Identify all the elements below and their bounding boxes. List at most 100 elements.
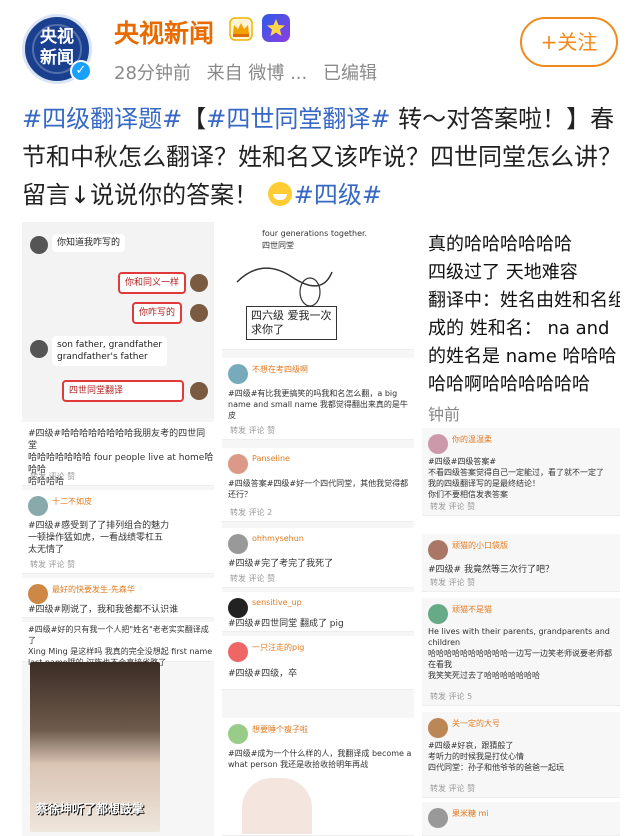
chat-avatar	[190, 382, 208, 400]
comment-card: 关一定的大号 #四级#好哀，跟猜般了 考听力的时候我是打仗心情 四代同堂：孙子和…	[422, 712, 620, 798]
commenter-name: 不想在考四级啊	[252, 365, 308, 374]
commenter-avatar	[228, 642, 248, 662]
commenter-avatar	[228, 534, 248, 554]
comment-text: #四级#四级答案# 不看四级答案觉得自己一定能过，看了就不一定了 我的四级翻译写…	[428, 457, 604, 499]
commenter-name: 顽猫不是猫	[452, 605, 492, 614]
hashtag-link[interactable]: #四级翻译题#	[22, 105, 182, 133]
chat-bubble: son father, grandfather grandfather's fa…	[52, 336, 168, 366]
commenter-avatar	[428, 604, 448, 624]
chat-screenshot: 你知道我咋写的 你和同义一样 你咋写的 son father, grandfat…	[22, 222, 214, 418]
hashtag-link[interactable]: #四世同堂翻译#	[206, 105, 390, 133]
comment-text: #四级#有比我更搞笑的吗我和名怎么翻，a big name and small …	[228, 389, 408, 420]
comment-text: #四级#完了考完了我死了	[228, 559, 334, 569]
comment-actions: 转发 评论 赞	[30, 560, 76, 569]
comment-card: #四级#哈哈哈哈哈哈哈哈我朋友考的四世同堂 哈哈哈哈哈哈哈 four peopl…	[22, 422, 214, 487]
edited-label[interactable]: 已编辑	[323, 63, 377, 84]
comment-card: #四级#好的只有我一个人把"姓名"老老实实翻译成了 Xing Ming 是这样吗…	[22, 622, 214, 667]
verified-icon: ✓	[70, 60, 92, 82]
commenter-avatar	[28, 584, 48, 604]
commenter-name: Panseline	[252, 454, 290, 463]
post-text: #四级翻译题#【#四世同堂翻译# 转～对答案啦！】春节和中秋怎么翻译？姓和名又该…	[22, 100, 622, 214]
comment-text: #四级答案#四级#好一个四代同堂，其他我觉得都 还行？	[228, 479, 409, 499]
comment-card: ohhmysehun #四级#完了考完了我死了 转发 评论 赞	[222, 528, 414, 588]
commenter-avatar	[428, 540, 448, 560]
big-text-line: 的姓名是 name 哈哈哈	[428, 346, 617, 367]
comic-top-text: four generations together. 四世同堂	[262, 229, 368, 250]
big-text-time: 钟前	[428, 405, 461, 424]
chat-avatar	[190, 274, 208, 292]
comment-card: 想要睡个瘦子啦 #四级#成为一个什么样的人，我翻译成 become a what…	[222, 718, 414, 836]
commenter-name: ohhmysehun	[252, 534, 304, 543]
post-time: 28分钟前	[114, 63, 191, 84]
comment-text: #四级#刚说了，我和我爸都不认识谁	[28, 605, 179, 615]
big-text-line: 真的哈哈哈哈哈哈	[428, 234, 572, 255]
screenshot-column-3: 真的哈哈哈哈哈哈 四级过了 天地难容 翻译中：姓名由姓和名组 成的 姓和名： n…	[422, 222, 620, 836]
commenter-avatar	[228, 598, 248, 618]
comment-text: #四级#四级，卒	[228, 669, 298, 679]
comment-card: 你的温温柔 #四级#四级答案# 不看四级答案觉得自己一定能过，看了就不一定了 我…	[422, 428, 620, 516]
big-text-line: 哈哈啊哈哈哈哈哈哈	[428, 374, 590, 395]
comment-actions: 转发 评论 赞	[230, 574, 276, 583]
cartoon-image	[242, 778, 312, 834]
commenter-avatar	[428, 808, 448, 828]
comment-actions: 转发 评论 赞	[30, 472, 76, 481]
comment-text: #四级#感受到了了排列组合的魅力 一顿操作猛如虎，一看战绩零杠五 太无情了	[28, 521, 170, 555]
commenter-avatar	[428, 434, 448, 454]
chat-bubble: 你咋写的	[132, 302, 183, 324]
comment-card: 最好的快要发生-先森华 #四级#刚说了，我和我爸都不认识谁	[22, 578, 214, 618]
comment-card: 十二不如皮 #四级#感受到了了排列组合的魅力 一顿操作猛如虎，一看战绩零杠五 太…	[22, 490, 214, 574]
comment-card: 顽猫不是猫 He lives with their parents, grand…	[422, 598, 620, 706]
comment-card: 果米糖 mi	[422, 802, 620, 836]
post-image-collage[interactable]: 你知道我咋写的 你和同义一样 你咋写的 son father, grandfat…	[22, 222, 620, 836]
meme-caption: 蔡徐坤听了都想鼓掌	[36, 802, 145, 816]
chat-avatar	[30, 340, 48, 358]
grin-emoji-icon	[267, 182, 292, 206]
commenter-name: 想要睡个瘦子啦	[252, 725, 308, 734]
commenter-avatar	[228, 454, 248, 474]
commenter-name: 一只汪走的pig	[252, 643, 305, 652]
bracket-text: 【	[182, 105, 207, 133]
hashtag-link[interactable]: #四级#	[294, 181, 382, 209]
comment-actions: 转发 评论 5	[430, 692, 473, 701]
screenshot-column-2: four generations together. 四世同堂 四六级 爱我一次…	[222, 222, 414, 836]
post-source[interactable]: 来自 微博 ...	[207, 63, 308, 84]
comment-text: #四级#成为一个什么样的人，我翻译成 become a what person …	[228, 749, 412, 769]
commenter-avatar	[228, 724, 248, 744]
comment-actions: 转发 评论 赞	[430, 784, 476, 793]
comment-card: Panseline #四级答案#四级#好一个四代同堂，其他我觉得都 还行？ 转发…	[222, 448, 414, 522]
comment-card: sensitive_up #四级#四世同堂 翻成了 pig	[222, 592, 414, 632]
comment-card: 顽猫的小口袋版 #四级# 我竟然等三次行了吧？ 转发 评论 赞	[422, 534, 620, 592]
big-text-line: 成的 姓和名： na and	[428, 318, 610, 339]
crown-badge-icon[interactable]	[228, 16, 254, 42]
comment-card: 不想在考四级啊 #四级#有比我更搞笑的吗我和名怎么翻，a big name an…	[222, 358, 414, 440]
commenter-name: 果米糖 mi	[452, 809, 489, 818]
account-name[interactable]: 央视新闻	[114, 14, 214, 50]
chat-bubble: 四世同堂翻译	[62, 380, 184, 402]
comment-actions: 转发 评论 赞	[230, 426, 276, 435]
comment-card: 一只汪走的pig #四级#四级，卒	[222, 636, 414, 690]
comment-actions: 转发 评论 赞	[430, 578, 476, 587]
commenter-name: 你的温温柔	[452, 435, 492, 444]
post-header: 央视 新闻 ✓ 央视新闻 28分钟前 来自 微博 ... 已编辑 +关注	[0, 0, 640, 95]
comment-text: He lives with their parents, grandparent…	[428, 627, 612, 680]
comment-text: #四级#好哀，跟猜般了 考听力的时候我是打仗心情 四代同堂：孙子和他爷爷的爸爸一…	[428, 741, 564, 772]
star-badge-icon[interactable]	[262, 14, 290, 42]
big-text-line: 翻译中：姓名由姓和名组	[428, 290, 620, 311]
commenter-avatar	[228, 364, 248, 384]
comment-actions: 转发 评论 赞	[430, 502, 476, 511]
chat-bubble: 你和同义一样	[118, 272, 187, 294]
commenter-name: sensitive_up	[252, 598, 302, 607]
commenter-avatar	[428, 718, 448, 738]
follow-button[interactable]: +关注	[520, 17, 618, 67]
commenter-avatar	[28, 496, 48, 516]
chat-bubble: 你知道我咋写的	[52, 234, 126, 252]
comment-actions: 转发 评论 2	[230, 508, 273, 517]
big-text-line: 四级过了 天地难容	[428, 262, 578, 283]
comment-text: #四级#四世同堂 翻成了 pig	[228, 619, 344, 629]
comic-caption: 四六级 爱我一次 求你了	[246, 306, 337, 340]
commenter-name: 关一定的大号	[452, 719, 500, 728]
chat-avatar	[30, 236, 48, 254]
commenter-name: 顽猫的小口袋版	[452, 541, 508, 550]
comment-text: #四级# 我竟然等三次行了吧？	[428, 565, 554, 575]
chat-avatar	[190, 304, 208, 322]
